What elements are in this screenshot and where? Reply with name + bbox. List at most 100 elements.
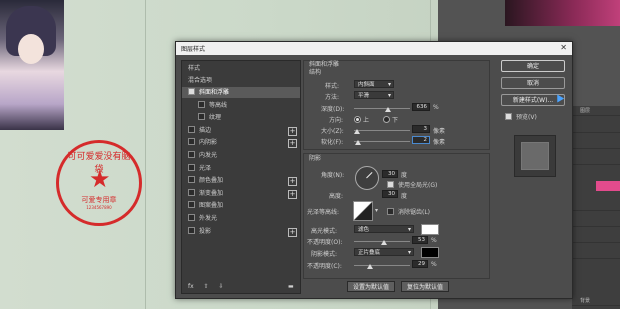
- panel-row[interactable]: [572, 154, 620, 165]
- close-icon[interactable]: ✕: [560, 43, 567, 52]
- depth-slider[interactable]: [354, 108, 410, 109]
- blending-options[interactable]: 混合选项: [182, 75, 300, 86]
- trash-icon[interactable]: ▬: [288, 283, 294, 290]
- shadow-mode-select[interactable]: 正片叠底: [354, 248, 414, 257]
- size-slider[interactable]: [354, 130, 410, 131]
- effect-item[interactable]: 投影 +: [182, 226, 300, 237]
- add-effect-icon[interactable]: +: [288, 227, 297, 237]
- effect-label: 光泽: [199, 164, 212, 172]
- checkbox-icon[interactable]: [505, 113, 512, 120]
- checkbox-icon[interactable]: [188, 138, 195, 146]
- set-default-button[interactable]: 设置为默认值: [347, 281, 395, 292]
- add-effect-icon[interactable]: +: [288, 126, 297, 136]
- highlight-color-swatch[interactable]: [421, 224, 439, 235]
- pink-swatch[interactable]: [596, 181, 620, 191]
- effect-label: 外发光: [199, 215, 218, 222]
- effect-item[interactable]: 内阴影 +: [182, 137, 300, 149]
- highlight-opacity-input[interactable]: 53: [412, 236, 428, 244]
- move-up-icon[interactable]: ⇧: [204, 283, 209, 290]
- layers-tab[interactable]: 图层: [572, 106, 620, 116]
- shadow-opacity-slider[interactable]: [354, 265, 410, 266]
- style-preview: [514, 135, 556, 177]
- shadow-opacity-knob[interactable]: [367, 264, 374, 269]
- checkbox-icon[interactable]: [188, 214, 195, 221]
- technique-select[interactable]: 平滑: [354, 91, 394, 100]
- soften-slider[interactable]: [354, 141, 410, 142]
- shadow-opacity-input[interactable]: 29: [412, 260, 428, 268]
- effect-item[interactable]: 等高线: [182, 100, 300, 111]
- effect-item[interactable]: 内发光: [182, 150, 300, 161]
- effect-item[interactable]: 颜色叠加 +: [182, 175, 300, 187]
- cancel-button[interactable]: 取消: [501, 77, 565, 89]
- checkbox-icon[interactable]: [188, 226, 195, 234]
- depth-slider-knob[interactable]: [384, 107, 391, 112]
- reset-default-button[interactable]: 复位为默认值: [401, 281, 449, 292]
- star-icon: ★: [89, 165, 111, 193]
- size-input[interactable]: 3: [412, 125, 430, 133]
- radio-icon[interactable]: [354, 116, 361, 123]
- checkbox-icon[interactable]: [188, 125, 195, 133]
- checkbox-icon[interactable]: [188, 188, 195, 196]
- add-effect-icon[interactable]: +: [288, 139, 297, 149]
- checkbox-icon[interactable]: [188, 88, 195, 95]
- panel-row[interactable]: [572, 232, 620, 243]
- color-picker-strip[interactable]: [505, 0, 620, 26]
- checkbox-icon[interactable]: [188, 201, 195, 209]
- panel-row[interactable]: [572, 138, 620, 149]
- radio-icon[interactable]: [383, 116, 390, 123]
- angle-dial[interactable]: [355, 166, 379, 190]
- ok-button[interactable]: 确定: [501, 60, 565, 72]
- preview-checkbox[interactable]: 预览(V): [505, 112, 537, 123]
- angle-input[interactable]: 30: [382, 170, 398, 178]
- highlight-opacity-unit: %: [431, 237, 437, 244]
- shadow-opacity-unit: %: [431, 261, 437, 268]
- effect-label: 投影: [199, 227, 212, 235]
- avatar-face: [18, 34, 44, 64]
- effect-item[interactable]: 光泽: [182, 163, 300, 174]
- effect-item[interactable]: 斜面和浮雕: [182, 87, 300, 98]
- panel-row[interactable]: [572, 122, 620, 133]
- antialias-checkbox[interactable]: 消除锯齿(L): [387, 207, 430, 218]
- effect-item[interactable]: 图案叠加: [182, 200, 300, 211]
- size-slider-knob[interactable]: [353, 129, 360, 134]
- effect-item[interactable]: 渐变叠加 +: [182, 188, 300, 199]
- layer-style-dialog: 图层样式 ✕ 样式 混合选项 斜面和浮雕等高线 纹理描边 + 内阴影 + 内发光光泽颜色叠…: [175, 41, 573, 299]
- effect-item[interactable]: 描边 +: [182, 125, 300, 136]
- effect-item[interactable]: 纹理: [182, 112, 300, 123]
- styles-header[interactable]: 样式: [182, 63, 300, 74]
- panel-row[interactable]: [572, 200, 620, 211]
- add-effect-icon[interactable]: +: [288, 189, 297, 199]
- direction-up[interactable]: 上: [354, 115, 369, 124]
- move-down-icon[interactable]: ⇩: [219, 283, 224, 290]
- effects-list: 样式 混合选项 斜面和浮雕等高线 纹理描边 + 内阴影 + 内发光光泽颜色叠加 + 渐变叠加 +…: [181, 60, 301, 294]
- altitude-input[interactable]: 30: [382, 190, 398, 198]
- add-effect-icon[interactable]: +: [288, 177, 297, 187]
- style-select[interactable]: 内斜面: [354, 80, 394, 89]
- direction-down[interactable]: 下: [383, 115, 398, 124]
- effect-item[interactable]: 外发光: [182, 213, 300, 224]
- checkbox-icon[interactable]: [387, 208, 394, 215]
- soften-input[interactable]: 2: [412, 136, 430, 144]
- checkbox-icon[interactable]: [188, 163, 195, 171]
- size-label: 大小(Z):: [321, 128, 344, 135]
- dialog-titlebar[interactable]: 图层样式 ✕: [176, 42, 572, 55]
- layer-name[interactable]: 背景: [572, 296, 620, 306]
- checkbox-icon[interactable]: [188, 176, 195, 184]
- soften-unit: 像素: [433, 139, 446, 146]
- panel-row[interactable]: [572, 216, 620, 227]
- highlight-opacity-knob[interactable]: [380, 240, 387, 245]
- checkbox-icon[interactable]: [198, 113, 205, 121]
- shadow-color-swatch[interactable]: [421, 247, 439, 258]
- highlight-mode-select[interactable]: 滤色: [354, 225, 414, 234]
- guide-line: [145, 0, 146, 309]
- checkbox-icon[interactable]: [198, 100, 205, 108]
- technique-label: 方法:: [325, 94, 340, 101]
- panel-row[interactable]: [572, 248, 620, 259]
- checkbox-icon[interactable]: [188, 151, 195, 158]
- chevron-down-icon[interactable]: ▾: [375, 207, 378, 214]
- depth-input[interactable]: 636: [412, 103, 430, 111]
- gloss-contour-picker[interactable]: [353, 201, 373, 221]
- fx-icon[interactable]: fx: [188, 283, 194, 290]
- soften-slider-knob[interactable]: [355, 140, 362, 145]
- checkbox-icon[interactable]: [387, 181, 394, 188]
